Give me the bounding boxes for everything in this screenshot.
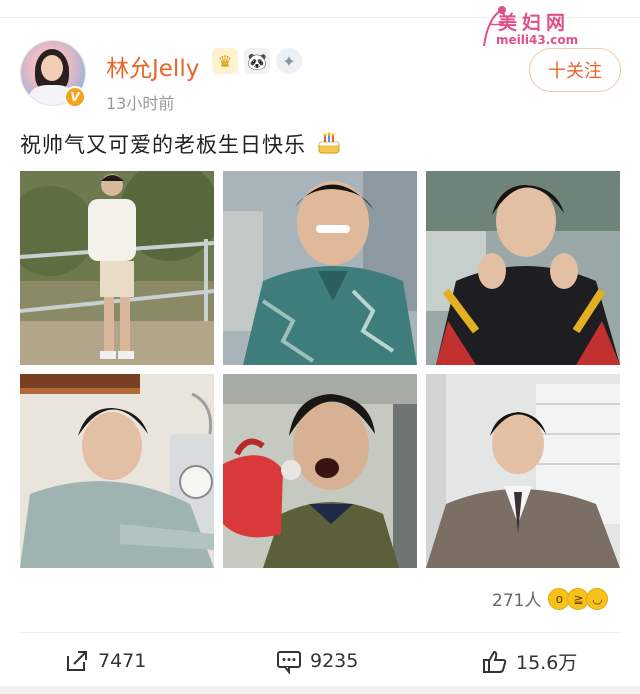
follow-button[interactable]: 十关注 [529,48,621,92]
watermark-site-name: 美妇网 [498,12,571,34]
verified-badge: V [64,86,86,108]
crown-badge-icon[interactable]: ♛ [212,48,238,74]
like-count: 15.6万 [516,652,578,674]
photo-4[interactable] [20,374,214,568]
share-button[interactable]: 7471 [64,648,146,674]
post-actions: 7471 9235 15.6万 [0,640,640,684]
author-name[interactable]: 林允Jelly [106,49,199,83]
reaction-count: 271人 [492,591,542,611]
bottom-separator [0,686,640,694]
photo-1[interactable] [20,171,214,365]
post-text-content: 祝帅气又可爱的老板生日快乐 [20,133,306,157]
share-icon [67,651,87,671]
photo-5[interactable] [223,374,417,568]
photo-6[interactable] [426,374,620,568]
post-text: 祝帅气又可爱的老板生日快乐 [20,129,342,159]
panda-badge-icon[interactable]: 🐼 [244,48,270,74]
comment-button[interactable]: 9235 [276,648,358,674]
like-button[interactable]: 15.6万 [482,648,577,675]
photo-grid [20,171,620,568]
share-count: 7471 [98,650,147,672]
comment-icon [277,651,301,674]
divider [20,632,620,633]
thumbs-up-icon [483,650,507,673]
author-badges: ♛ 🐼 ✦ [212,48,302,74]
birthday-cake-icon [318,132,340,154]
medal-badge-icon[interactable]: ✦ [276,48,302,74]
watermark-site-url: meili43.com [496,33,579,47]
photo-3[interactable] [426,171,620,365]
photo-2[interactable] [223,171,417,365]
grin-emoji-icon: ◡ [586,587,609,610]
site-watermark: 美妇网 meili43.com [476,2,596,50]
reactions[interactable]: 271人 o ≧ ◡ [492,586,609,611]
post-timestamp: 13小时前 [106,94,175,113]
comment-count: 9235 [310,650,359,672]
